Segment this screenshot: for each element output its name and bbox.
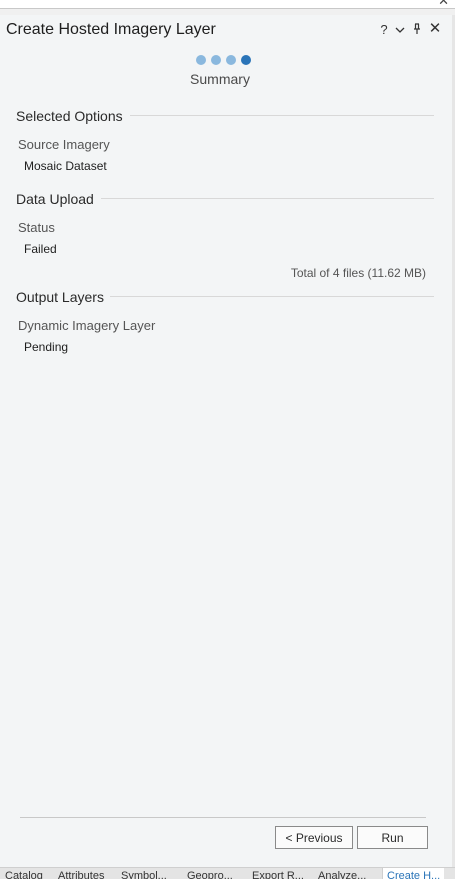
status-label: Status xyxy=(18,220,55,235)
step-dot-3 xyxy=(226,55,236,65)
run-button[interactable]: Run xyxy=(357,826,428,849)
outer-close-icon[interactable]: ✕ xyxy=(438,0,449,9)
app-top-strip: ✕ xyxy=(0,0,455,9)
step-dot-1 xyxy=(196,55,206,65)
step-dot-2 xyxy=(211,55,221,65)
data-upload-heading: Data Upload xyxy=(16,191,94,207)
previous-button[interactable]: < Previous xyxy=(275,826,353,849)
section-divider xyxy=(110,296,434,297)
close-icon[interactable]: ✕ xyxy=(428,21,442,37)
upload-total-summary: Total of 4 files (11.62 MB) xyxy=(290,266,426,280)
dynamic-imagery-layer-label: Dynamic Imagery Layer xyxy=(18,318,156,333)
footer-divider xyxy=(20,817,426,818)
source-imagery-value: Mosaic Dataset xyxy=(24,159,107,173)
output-layers-heading: Output Layers xyxy=(16,289,104,305)
section-divider xyxy=(130,115,434,116)
help-icon[interactable]: ? xyxy=(378,22,390,38)
step-label: Summary xyxy=(190,71,250,87)
pane-title-bar: Create Hosted Imagery Layer ? ✕ xyxy=(0,15,452,47)
selected-options-heading: Selected Options xyxy=(16,108,123,124)
chevron-down-icon[interactable] xyxy=(394,22,406,39)
step-dot-4-current xyxy=(241,55,251,65)
dynamic-imagery-layer-value: Pending xyxy=(24,340,69,354)
pin-icon[interactable] xyxy=(410,22,424,39)
source-imagery-label: Source Imagery xyxy=(18,137,110,152)
wizard-step-indicator xyxy=(196,55,256,67)
section-divider xyxy=(101,198,434,199)
status-value: Failed xyxy=(24,242,57,256)
pane-title: Create Hosted Imagery Layer xyxy=(6,21,216,38)
pane-tab-bar: Catalog Attributes Symbol... Geopro... E… xyxy=(0,867,455,879)
geoprocessing-pane: Create Hosted Imagery Layer ? ✕ Summary … xyxy=(0,15,453,867)
tab-create-hosted[interactable]: Create H... xyxy=(382,868,445,879)
